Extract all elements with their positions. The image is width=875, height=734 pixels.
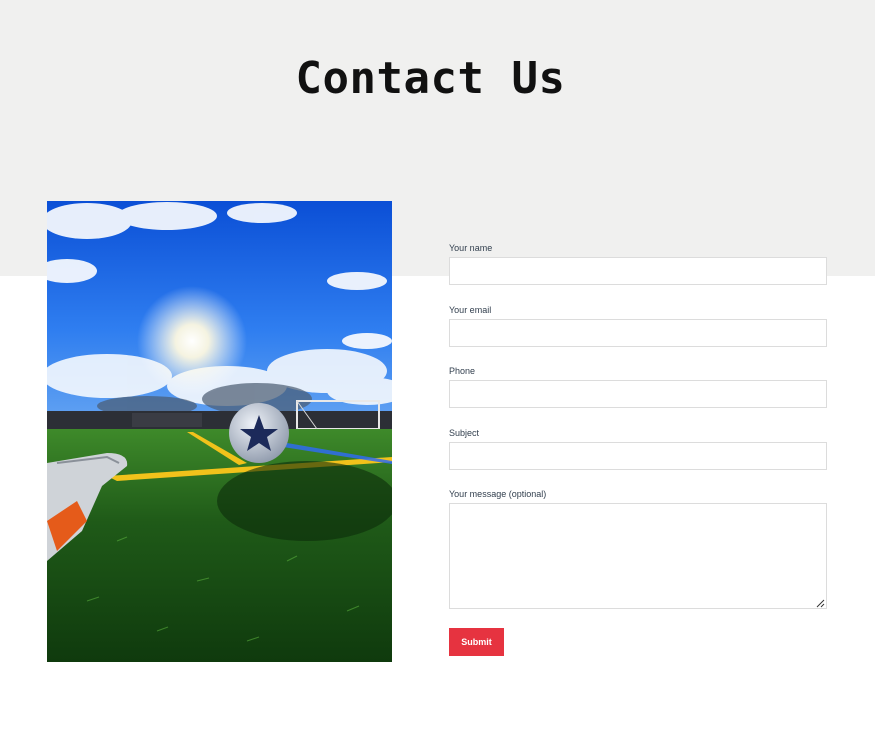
name-label: Your name [449,243,493,253]
phone-field[interactable] [449,380,827,408]
page-title: Contact Us [295,53,566,104]
message-field-wrapper [449,503,827,609]
subject-field[interactable] [449,442,827,470]
message-label: Your message (optional) [449,489,547,499]
email-field[interactable] [449,319,827,347]
email-label: Your email [449,305,492,315]
resize-handle-icon[interactable] [816,599,825,608]
phone-label: Phone [449,366,476,376]
soccer-field-photo [47,201,392,662]
contact-form: Your name Your email Phone Subject Your … [449,243,827,609]
subject-label: Subject [449,428,480,438]
submit-button[interactable]: Submit [449,628,504,656]
name-field[interactable] [449,257,827,285]
message-field[interactable] [449,503,827,609]
